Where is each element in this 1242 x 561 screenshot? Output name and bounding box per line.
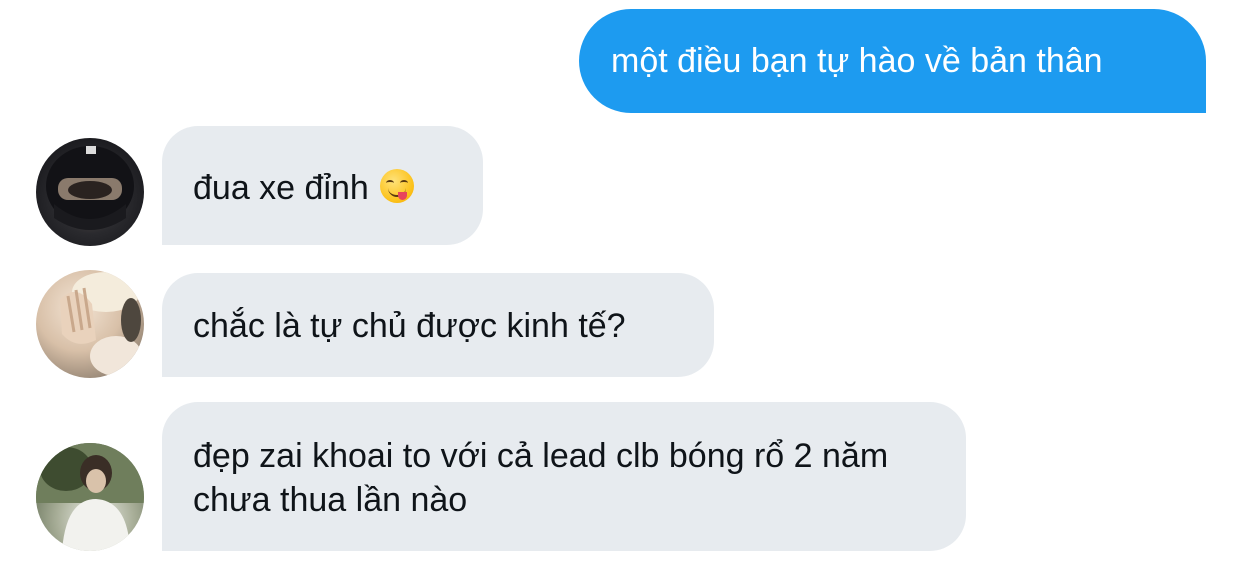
helmet-photo-icon xyxy=(46,146,134,230)
received-message-bubble[interactable]: đẹp zai khoai to với cả lead clb bóng rổ… xyxy=(162,402,966,551)
received-message-text: chắc là tự chủ được kinh tế? xyxy=(193,307,626,345)
sent-message-bubble[interactable]: một điều bạn tự hào về bản thân xyxy=(579,9,1206,113)
received-message-text: đẹp zai khoai to với cả lead clb bóng rổ… xyxy=(193,437,889,519)
sent-message-text: một điều bạn tự hào về bản thân xyxy=(611,42,1103,80)
received-message-bubble[interactable]: chắc là tự chủ được kinh tế? xyxy=(162,273,714,377)
yum-emoji-icon xyxy=(380,169,415,203)
avatar[interactable] xyxy=(36,138,144,246)
hands-on-face-photo-icon xyxy=(60,272,142,376)
avatar[interactable] xyxy=(36,270,144,378)
avatar[interactable] xyxy=(36,443,144,551)
received-message-text: đua xe đỉnh xyxy=(193,169,369,207)
received-message-bubble[interactable]: đua xe đỉnh xyxy=(162,126,483,245)
outdoor-portrait-photo-icon xyxy=(36,443,144,551)
